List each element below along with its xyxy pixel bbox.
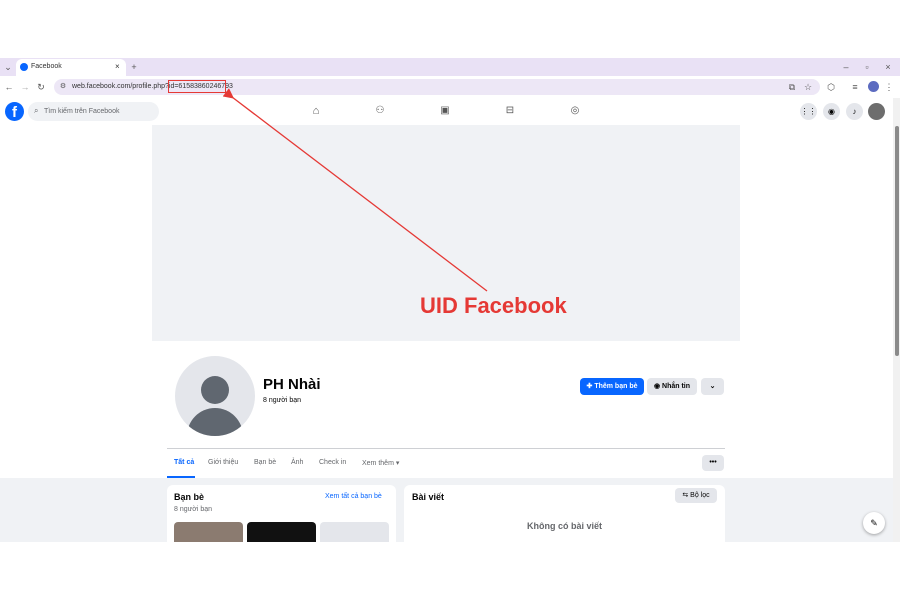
arrow-line (222, 88, 488, 292)
uid-annotation-label: UID Facebook (420, 293, 567, 318)
